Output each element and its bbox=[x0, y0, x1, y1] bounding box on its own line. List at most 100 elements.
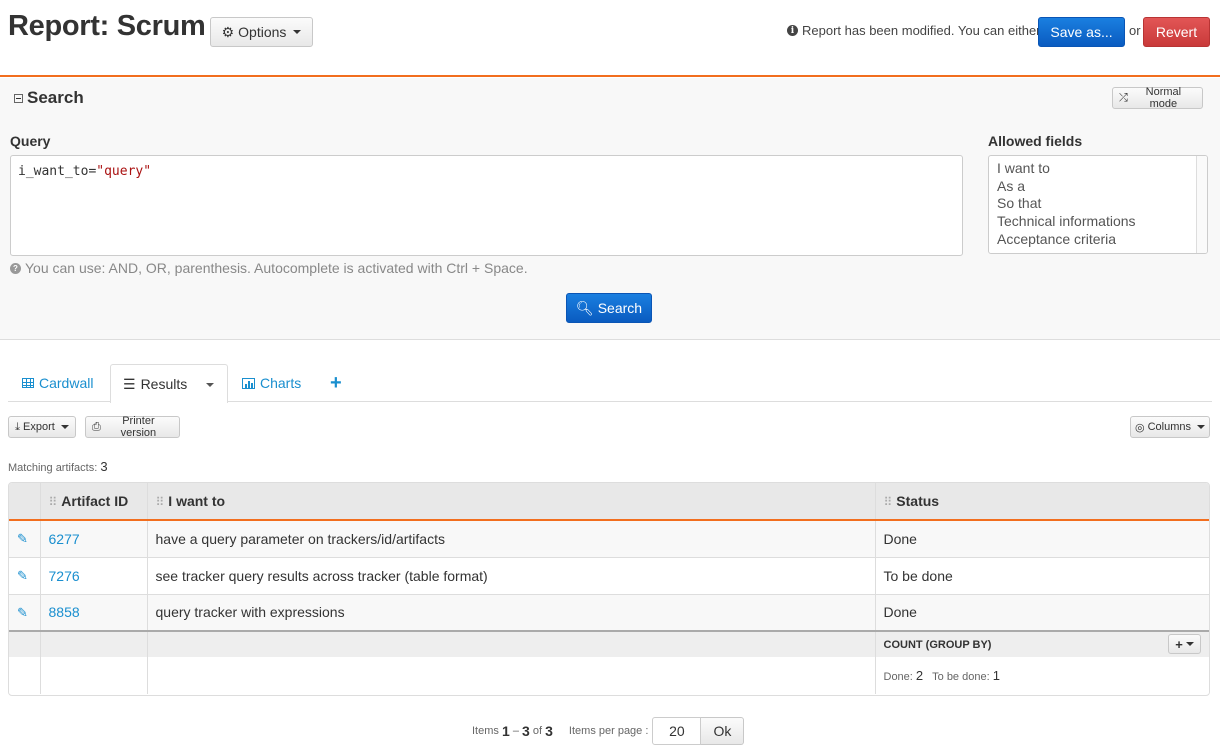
tab-label: Cardwall bbox=[39, 375, 94, 391]
matching-count: 3 bbox=[100, 459, 108, 474]
query-field: i_want_to bbox=[18, 164, 89, 179]
allowed-field-item[interactable]: As a bbox=[997, 178, 1207, 196]
export-button[interactable]: ⤓ Export bbox=[8, 416, 76, 438]
drag-handle-icon[interactable]: ⠿ bbox=[884, 495, 893, 509]
aggregate-title: COUNT (GROUP BY) bbox=[883, 638, 992, 651]
caret-down-icon bbox=[1197, 425, 1206, 429]
artifact-id-link[interactable]: 8858 bbox=[49, 604, 80, 620]
allowed-field-item[interactable]: So that bbox=[997, 195, 1207, 213]
aggregate-count: 1 bbox=[992, 668, 1000, 683]
search-heading-label: Search bbox=[27, 88, 84, 107]
printer-label: Printer version bbox=[120, 415, 157, 439]
renderer-tabs: Cardwall ☰ Results Charts + bbox=[8, 364, 1212, 403]
allowed-fields-scrollbar[interactable] bbox=[1196, 156, 1207, 253]
table-row: ✎ 7276 see tracker query results across … bbox=[9, 557, 1209, 595]
table-row: ✎ 8858 query tracker with expressions Do… bbox=[9, 594, 1209, 632]
page-title: Report: Scrum bbox=[8, 10, 206, 42]
column-header-status[interactable]: ⠿ Status bbox=[875, 483, 1209, 521]
allowed-field-item[interactable]: I want to bbox=[997, 160, 1207, 178]
plus-icon: + bbox=[330, 371, 342, 394]
report-header: Report: Scrum ⚙ Options i Report has bee… bbox=[0, 0, 1220, 77]
i-want-to-cell: see tracker query results across tracker… bbox=[147, 557, 876, 595]
save-as-button[interactable]: Save as... bbox=[1038, 17, 1125, 47]
column-header-edit bbox=[9, 483, 41, 521]
table-row: ✎ 6277 have a query parameter on tracker… bbox=[9, 520, 1209, 558]
tab-label: Results bbox=[140, 376, 188, 392]
normal-mode-button[interactable]: ⤮ Normal mode bbox=[1112, 86, 1203, 110]
allowed-fields-list[interactable]: I want to As a So that Technical informa… bbox=[988, 155, 1208, 254]
table-icon bbox=[22, 378, 34, 388]
artifact-id-link[interactable]: 7276 bbox=[49, 568, 80, 584]
aggregate-count: 2 bbox=[915, 668, 924, 683]
tab-results[interactable]: ☰ Results bbox=[110, 364, 228, 403]
allowed-field-item[interactable]: Acceptance criteria bbox=[997, 231, 1207, 249]
modified-notice: i Report has been modified. You can eith… bbox=[787, 23, 1041, 38]
download-icon: ⤓ bbox=[15, 420, 21, 433]
help-text: You can use: AND, OR, parenthesis. Autoc… bbox=[25, 260, 528, 276]
eye-slash-icon: ◎ bbox=[1135, 421, 1145, 434]
results-table: ⠿ Artifact ID ⠿ I want to ⠿ Status ✎ 6277 h… bbox=[8, 482, 1210, 696]
i-want-to-cell: query tracker with expressions bbox=[147, 594, 876, 632]
search-toggle[interactable]: Search bbox=[14, 88, 84, 108]
caret-down-icon bbox=[293, 30, 302, 34]
status-cell: To be done bbox=[875, 557, 1209, 595]
normal-mode-label: Normal mode bbox=[1145, 86, 1182, 110]
edit-icon[interactable]: ✎ bbox=[17, 568, 28, 583]
bar-chart-icon bbox=[242, 377, 255, 389]
allowed-fields-label: Allowed fields bbox=[988, 133, 1083, 149]
per-page-label: Items per page : bbox=[568, 725, 649, 737]
options-label: Options bbox=[238, 24, 287, 40]
column-header-artifact-id[interactable]: ⠿ Artifact ID bbox=[40, 483, 148, 521]
search-label: Search bbox=[597, 300, 643, 316]
query-editor[interactable]: i_want_to="query" bbox=[10, 155, 963, 256]
caret-down-icon bbox=[1185, 642, 1194, 646]
printer-version-button[interactable]: ⎙ Printer version bbox=[85, 415, 180, 439]
edit-icon[interactable]: ✎ bbox=[17, 605, 28, 620]
question-icon: ? bbox=[10, 262, 21, 274]
edit-icon[interactable]: ✎ bbox=[17, 531, 28, 546]
drag-handle-icon[interactable]: ⠿ bbox=[156, 495, 165, 509]
query-label: Query bbox=[10, 133, 51, 149]
tab-cardwall[interactable]: Cardwall bbox=[22, 364, 93, 402]
columns-label: Columns bbox=[1147, 421, 1192, 433]
shuffle-icon: ⤮ bbox=[1119, 91, 1128, 104]
search-section: Search ⤮ Normal mode Query Allowed field… bbox=[0, 78, 1220, 340]
status-cell: Done bbox=[875, 520, 1209, 558]
allowed-field-item[interactable]: Technical informations bbox=[997, 213, 1207, 231]
search-button[interactable]: 🔍︎ Search bbox=[566, 293, 652, 323]
ok-button[interactable]: Ok bbox=[701, 717, 745, 745]
caret-down-icon[interactable] bbox=[206, 383, 214, 387]
pagination: Items 1 – 3 of 3 Items per page : Ok bbox=[472, 717, 745, 745]
column-header-i-want-to[interactable]: ⠿ I want to bbox=[147, 483, 876, 521]
i-want-to-cell: have a query parameter on trackers/id/ar… bbox=[147, 520, 876, 558]
gear-icon: ⚙ bbox=[221, 23, 235, 40]
query-value: "query" bbox=[96, 164, 152, 179]
aggregate-header-row: COUNT (GROUP BY) + bbox=[9, 630, 1209, 657]
columns-button[interactable]: ◎ Columns bbox=[1130, 416, 1210, 438]
export-label: Export bbox=[23, 421, 55, 433]
items-per-page-input[interactable] bbox=[652, 717, 702, 745]
add-renderer-tab[interactable]: + bbox=[330, 364, 342, 402]
aggregate-value-row: Done: 2 To be done: 1 bbox=[9, 657, 1209, 694]
info-icon: i bbox=[787, 25, 798, 36]
drag-handle-icon[interactable]: ⠿ bbox=[49, 495, 58, 509]
modified-text: Report has been modified. You can either bbox=[802, 23, 1041, 38]
add-aggregate-button[interactable]: + bbox=[1168, 634, 1201, 654]
or-text: or bbox=[1129, 23, 1141, 38]
tab-charts[interactable]: Charts bbox=[242, 364, 301, 402]
revert-button[interactable]: Revert bbox=[1143, 17, 1210, 47]
aggregate-values: Done: 2 To be done: 1 bbox=[875, 657, 1209, 694]
matching-artifacts: Matching artifacts: 3 bbox=[8, 459, 108, 474]
search-icon: 🔍︎ bbox=[575, 299, 594, 316]
query-help: ? You can use: AND, OR, parenthesis. Aut… bbox=[10, 260, 528, 276]
collapse-icon[interactable] bbox=[14, 93, 23, 103]
caret-down-icon bbox=[60, 425, 69, 429]
artifact-id-link[interactable]: 6277 bbox=[49, 531, 80, 547]
print-icon: ⎙ bbox=[92, 420, 101, 433]
status-cell: Done bbox=[875, 594, 1209, 632]
plus-icon: + bbox=[1175, 636, 1183, 652]
options-button[interactable]: ⚙ Options bbox=[210, 17, 313, 47]
matching-label: Matching artifacts: bbox=[8, 462, 98, 474]
tab-label: Charts bbox=[260, 375, 302, 391]
list-icon: ☰ bbox=[123, 375, 136, 392]
